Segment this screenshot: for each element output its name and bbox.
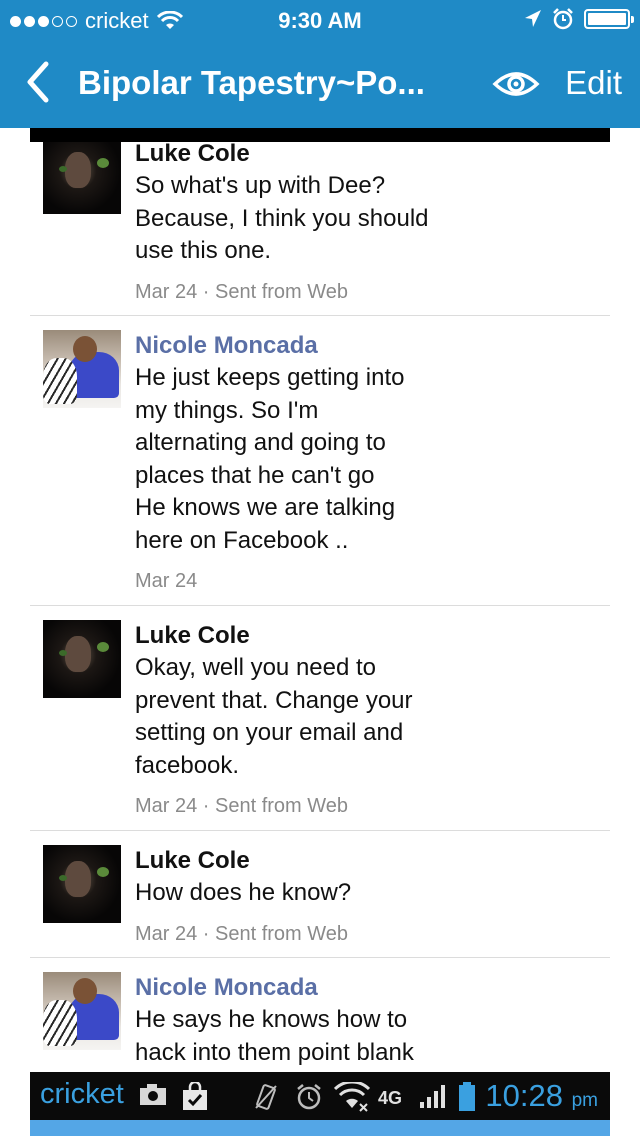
- navigation-bar: Bipolar Tapestry~Po... Edit: [0, 40, 640, 128]
- message-line: facebook.: [135, 751, 240, 779]
- wifi-icon: [334, 1082, 370, 1112]
- list-item: Luke Cole How does he know? Mar 24 · Sen…: [30, 831, 610, 958]
- message-line: Because, I think you should: [135, 204, 429, 232]
- list-item: Luke Cole So what's up with Dee? Because…: [30, 142, 610, 316]
- message-feed[interactable]: Luke Cole So what's up with Dee? Because…: [30, 142, 610, 1072]
- list-item: Nicole Moncada He just keeps getting int…: [30, 316, 610, 606]
- alarm-clock-icon: [553, 8, 573, 30]
- message-line: He knows we are talking: [135, 494, 396, 521]
- camera-icon: [140, 1084, 166, 1105]
- message-line: He just keeps getting into: [135, 364, 405, 391]
- shopping-bag-check-icon: [183, 1082, 207, 1110]
- avatar[interactable]: [43, 620, 121, 698]
- message-line: Okay, well you need to: [135, 654, 377, 681]
- location-arrow-icon: [525, 10, 541, 27]
- android-header-strip: [30, 128, 610, 142]
- chevron-left-icon[interactable]: [18, 60, 62, 104]
- message-line: hack into them point blank: [135, 1038, 414, 1066]
- author-name[interactable]: Luke Cole: [135, 142, 455, 170]
- android-clock-ampm: pm: [571, 1090, 598, 1111]
- message-line: alternating and going to: [135, 429, 386, 456]
- android-clock-time: 10:28: [485, 1078, 563, 1113]
- android-carrier: cricket: [40, 1078, 124, 1110]
- author-name[interactable]: Luke Cole: [135, 845, 455, 877]
- avatar[interactable]: [43, 142, 121, 214]
- android-status-bar: cricket 4G 10:28 pm: [30, 1072, 610, 1120]
- message-line: So what's up with Dee?: [135, 172, 386, 199]
- status-right: [524, 8, 634, 30]
- battery-icon: [584, 9, 634, 29]
- message-line: prevent that. Change your: [135, 686, 413, 714]
- message-line: here on Facebook ..: [135, 526, 349, 554]
- android-bottom-strip: [30, 1120, 610, 1136]
- message-line: my things. So I'm: [135, 396, 319, 424]
- ios-status-bar: cricket 9:30 AM: [0, 0, 640, 40]
- avatar[interactable]: [43, 972, 121, 1050]
- author-name[interactable]: Luke Cole: [135, 620, 455, 652]
- list-item: Luke Cole Okay, well you need to prevent…: [30, 606, 610, 831]
- avatar[interactable]: [43, 845, 121, 923]
- signal-bars-icon: [420, 1085, 445, 1108]
- message-line: use this one.: [135, 237, 272, 264]
- message-line: How does he know?: [135, 879, 352, 906]
- network-type-label: 4G: [378, 1088, 403, 1108]
- battery-fill: [588, 13, 626, 25]
- edit-button[interactable]: Edit: [565, 64, 622, 102]
- tiger-plush-image: [43, 358, 77, 404]
- message-line: setting on your email and: [135, 719, 404, 746]
- eye-icon[interactable]: [492, 62, 540, 106]
- message-meta: Mar 24 · Sent from Web: [135, 795, 349, 817]
- message-meta: Mar 24: [135, 570, 198, 592]
- message-meta: Mar 24 · Sent from Web: [135, 280, 349, 303]
- android-clock: 10:28 pm: [485, 1078, 598, 1114]
- message-line: He says he knows how to: [135, 1006, 408, 1033]
- vibrate-off-icon: [255, 1084, 277, 1110]
- avatar[interactable]: [43, 330, 121, 408]
- alarm-icon: [297, 1084, 321, 1110]
- author-name[interactable]: Nicole Moncada: [135, 330, 455, 362]
- message-meta: Mar 24 · Sent from Web: [135, 922, 349, 945]
- list-item: Nicole Moncada He says he knows how to h…: [30, 958, 610, 1072]
- tiger-plush-image: [43, 1000, 77, 1046]
- message-line: places that he can't go: [135, 461, 375, 489]
- battery-icon: [459, 1082, 475, 1111]
- page-title: Bipolar Tapestry~Po...: [78, 64, 425, 101]
- author-name[interactable]: Nicole Moncada: [135, 972, 455, 1004]
